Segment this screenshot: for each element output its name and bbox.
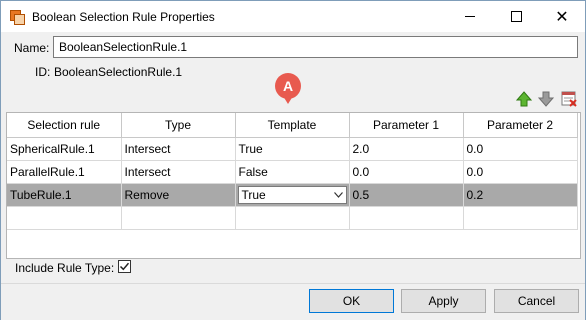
title-bar: Boolean Selection Rule Properties ✕ bbox=[1, 1, 585, 32]
template-cell[interactable]: False bbox=[235, 160, 350, 184]
maximize-icon bbox=[510, 11, 522, 22]
move-down-icon[interactable] bbox=[538, 91, 554, 107]
rule-cell[interactable]: TubeRule.1 bbox=[7, 183, 122, 207]
table-row[interactable]: ParallelRule.1 Intersect False 0.0 0.0 bbox=[7, 160, 578, 184]
apply-button[interactable]: Apply bbox=[401, 289, 486, 313]
parameter2-cell[interactable]: 0.2 bbox=[463, 183, 578, 207]
name-input[interactable]: BooleanSelectionRule.1 bbox=[53, 36, 578, 58]
table-header-row: Selection rule Type Template Parameter 1… bbox=[7, 113, 578, 138]
empty-cell[interactable] bbox=[7, 206, 122, 230]
table-row-selected[interactable]: TubeRule.1 Remove True 0.5 0.2 bbox=[7, 183, 578, 207]
minimize-button[interactable] bbox=[447, 1, 493, 32]
column-header[interactable]: Template bbox=[235, 113, 350, 138]
empty-cell[interactable] bbox=[463, 206, 578, 230]
delete-rule-icon[interactable] bbox=[561, 91, 577, 107]
properties-dialog: Boolean Selection Rule Properties ✕ Name… bbox=[0, 0, 586, 320]
parameter2-cell[interactable]: 0.0 bbox=[463, 160, 578, 184]
parameter2-cell[interactable]: 0.0 bbox=[463, 137, 578, 161]
minimize-icon bbox=[465, 16, 475, 17]
empty-cell[interactable] bbox=[121, 206, 236, 230]
ok-button[interactable]: OK bbox=[309, 289, 394, 313]
type-cell[interactable]: Intersect bbox=[121, 137, 236, 161]
template-dropdown[interactable]: True bbox=[237, 186, 347, 204]
type-cell[interactable]: Intersect bbox=[121, 160, 236, 184]
template-cell[interactable]: True bbox=[235, 183, 350, 207]
close-icon: ✕ bbox=[555, 8, 569, 26]
table-row-empty[interactable] bbox=[7, 206, 578, 230]
table-row[interactable]: SphericalRule.1 Intersect True 2.0 0.0 bbox=[7, 137, 578, 161]
include-rule-type-checkbox[interactable] bbox=[118, 260, 131, 273]
column-header[interactable]: Parameter 1 bbox=[349, 113, 464, 138]
empty-cell[interactable] bbox=[349, 206, 464, 230]
close-button[interactable]: ✕ bbox=[539, 1, 585, 32]
type-cell[interactable]: Remove bbox=[121, 183, 236, 207]
rule-cell[interactable]: ParallelRule.1 bbox=[7, 160, 122, 184]
app-icon bbox=[10, 9, 25, 25]
window-title: Boolean Selection Rule Properties bbox=[32, 9, 215, 24]
name-label: Name: bbox=[14, 41, 50, 55]
cancel-button[interactable]: Cancel bbox=[494, 289, 579, 313]
move-up-icon[interactable] bbox=[516, 91, 532, 107]
checkmark-icon bbox=[119, 262, 130, 271]
column-header[interactable]: Type bbox=[121, 113, 236, 138]
rules-table: Selection rule Type Template Parameter 1… bbox=[6, 112, 581, 259]
template-cell[interactable]: True bbox=[235, 137, 350, 161]
rule-cell[interactable]: SphericalRule.1 bbox=[7, 137, 122, 161]
parameter1-cell[interactable]: 0.5 bbox=[349, 183, 464, 207]
template-dropdown-value: True bbox=[241, 188, 266, 202]
id-value: BooleanSelectionRule.1 bbox=[54, 65, 183, 79]
chevron-down-icon bbox=[333, 192, 343, 198]
empty-cell[interactable] bbox=[235, 206, 350, 230]
parameter1-cell[interactable]: 2.0 bbox=[349, 137, 464, 161]
column-header[interactable]: Selection rule bbox=[7, 113, 122, 138]
column-header[interactable]: Parameter 2 bbox=[463, 113, 578, 138]
callout-pointer bbox=[283, 96, 293, 104]
maximize-button[interactable] bbox=[493, 1, 539, 32]
include-rule-type-label: Include Rule Type: bbox=[15, 261, 115, 275]
id-label: ID: bbox=[35, 65, 51, 79]
parameter1-cell[interactable]: 0.0 bbox=[349, 160, 464, 184]
